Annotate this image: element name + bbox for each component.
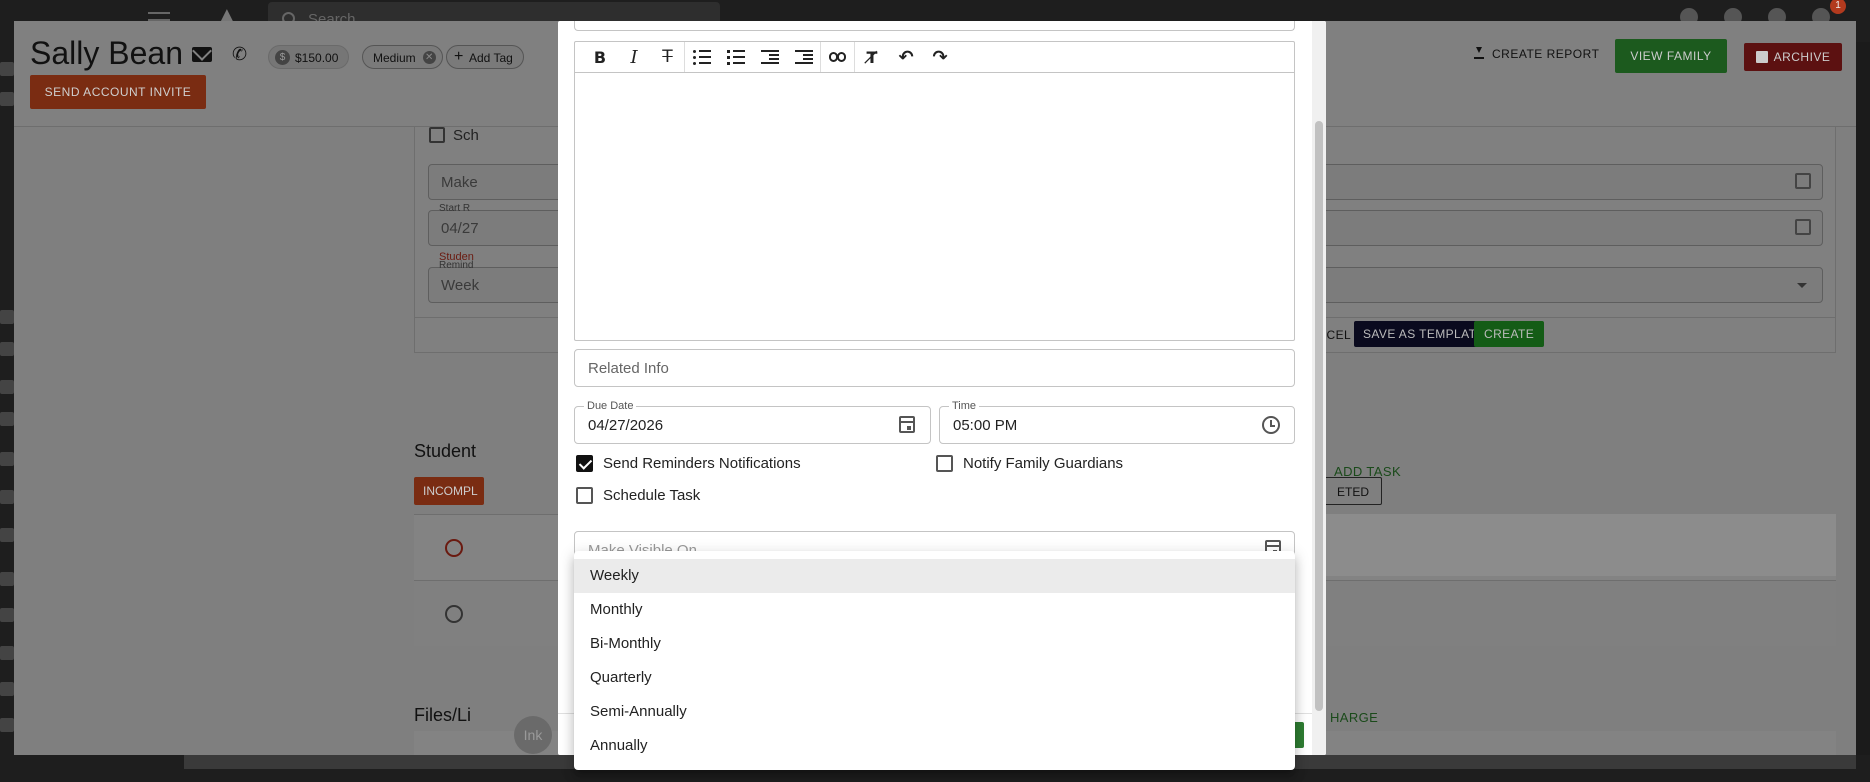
menu-option-annually[interactable]: Annually [574, 729, 1295, 763]
dollar-coin-icon: $ [275, 50, 290, 65]
due-date-value: 04/27/2026 [588, 417, 664, 434]
notify-guardians-checkbox[interactable] [936, 455, 953, 472]
rich-text-editor: B I T T̸ ↶ ↷ [574, 41, 1295, 341]
insert-link-icon[interactable] [821, 42, 855, 72]
archive-label: ARCHIVE [1773, 50, 1831, 64]
numbered-list-icon[interactable] [719, 42, 753, 72]
bg-students-title: Student [414, 441, 477, 461]
menu-option-semi-annually[interactable]: Semi-Annually [574, 695, 1295, 729]
bg-reminder-value: Week [441, 277, 480, 294]
create-report-button[interactable]: CREATE REPORT [1474, 47, 1599, 61]
nav-dashboard-icon[interactable] [0, 62, 14, 76]
nav-students-icon[interactable] [0, 92, 14, 106]
send-account-invite-button[interactable]: SEND ACCOUNT INVITE [30, 75, 206, 109]
related-info-input[interactable]: Related Info [574, 349, 1295, 387]
due-date-input[interactable]: Due Date 04/27/2026 [574, 400, 931, 444]
send-reminders-label[interactable]: Send Reminders Notifications [603, 455, 801, 472]
nav-billing-icon[interactable] [0, 682, 14, 696]
bg-files-title: Files/Li [414, 705, 472, 725]
redo-icon[interactable]: ↷ [923, 42, 957, 72]
outdent-icon[interactable] [753, 42, 787, 72]
bg-start-label: Start R [439, 203, 471, 214]
time-input[interactable]: Time 05:00 PM [939, 400, 1295, 444]
modal-scrollbar[interactable] [1312, 21, 1326, 755]
nav-tasks-icon[interactable] [0, 412, 14, 426]
bullet-list-icon[interactable] [685, 42, 719, 72]
undo-icon[interactable]: ↶ [889, 42, 923, 72]
strikethrough-icon[interactable]: T [651, 42, 685, 72]
bg-reminder-label: Remind [439, 260, 474, 271]
modal-scrollbar-thumb[interactable] [1315, 121, 1323, 711]
nav-files-icon[interactable] [0, 572, 14, 586]
nav-list-icon[interactable] [0, 452, 14, 466]
nav-mail-icon[interactable] [0, 646, 14, 660]
time-value: 05:00 PM [953, 417, 1018, 434]
editor-toolbar: B I T T̸ ↶ ↷ [575, 42, 1294, 73]
archive-button[interactable]: ARCHIVE [1744, 43, 1842, 71]
reminder-frequency-menu: Weekly Monthly Bi-Monthly Quarterly Semi… [574, 551, 1295, 770]
indent-icon[interactable] [787, 42, 821, 72]
bg-make-visible-placeholder: Make [441, 174, 478, 191]
due-date-label: Due Date [584, 400, 637, 412]
bg-schedule-checkbox[interactable] [429, 127, 445, 143]
send-reminders-checkbox[interactable] [576, 455, 593, 472]
clear-formatting-icon[interactable]: T̸ [855, 42, 889, 72]
menu-option-monthly[interactable]: Monthly [574, 593, 1295, 627]
bg-task-row-right [1304, 514, 1836, 576]
bg-calendar-icon[interactable] [1795, 173, 1811, 189]
bg-tab-incomplete[interactable]: INCOMPL [414, 477, 484, 505]
nav-classes-icon[interactable] [0, 310, 14, 324]
priority-tag-label: Medium [373, 51, 416, 65]
schedule-task-label[interactable]: Schedule Task [603, 487, 700, 504]
italic-icon[interactable]: I [617, 42, 651, 72]
balance-chip[interactable]: $ $150.00 [268, 45, 350, 69]
phone-icon[interactable]: ✆ [232, 45, 250, 63]
balance-amount: $150.00 [295, 51, 339, 65]
bold-icon[interactable]: B [583, 42, 617, 72]
bg-start-calendar-icon[interactable] [1795, 219, 1811, 235]
app-logo[interactable]: ▲ [216, 2, 238, 27]
nav-media-icon[interactable] [0, 490, 14, 504]
nav-document-icon[interactable] [0, 608, 14, 622]
modal-top-field-edge [574, 21, 1295, 31]
bg-start-value: 04/27 [441, 220, 479, 237]
calendar-icon[interactable] [899, 416, 915, 433]
bg-create-button[interactable]: CREATE [1474, 321, 1545, 347]
nav-reports-icon[interactable] [0, 380, 14, 394]
nav-calendar-icon[interactable] [0, 342, 14, 356]
bg-task-radio[interactable] [445, 539, 463, 557]
nav-share-icon[interactable] [0, 528, 14, 542]
schedule-task-checkbox[interactable] [576, 487, 593, 504]
archive-icon [1756, 51, 1768, 63]
download-icon [1474, 47, 1484, 59]
left-navigation-rail [0, 42, 14, 782]
time-label: Time [949, 400, 980, 412]
bg-tab-completed[interactable]: ETED [1322, 477, 1382, 505]
bg-dropdown-caret-icon [1797, 283, 1807, 288]
menu-option-bi-monthly[interactable]: Bi-Monthly [574, 627, 1295, 661]
clock-icon[interactable] [1262, 416, 1280, 434]
remove-tag-icon[interactable]: ✕ [422, 51, 436, 64]
notify-guardians-label[interactable]: Notify Family Guardians [963, 455, 1123, 472]
view-family-button[interactable]: VIEW FAMILY [1615, 39, 1727, 73]
add-tag-button[interactable]: + Add Tag [446, 45, 524, 69]
bg-add-charge-button[interactable]: HARGE [1330, 710, 1378, 725]
menu-option-quarterly[interactable]: Quarterly [574, 661, 1295, 695]
ink-avatar: Ink [514, 716, 552, 754]
plus-icon: + [454, 48, 464, 65]
bg-task-radio[interactable] [445, 605, 463, 623]
create-report-label: CREATE REPORT [1492, 47, 1600, 61]
bg-save-template-button[interactable]: SAVE AS TEMPLATE [1354, 321, 1494, 347]
related-info-placeholder: Related Info [588, 360, 669, 377]
priority-tag-chip[interactable]: Medium ✕ [362, 45, 443, 69]
student-name: Sally Bean [30, 35, 183, 71]
nav-settings-icon[interactable] [0, 718, 14, 732]
email-icon[interactable] [192, 47, 212, 62]
bg-schedule-label: Sch [453, 127, 479, 144]
notification-badge: 1 [1830, 0, 1846, 14]
add-tag-label: Add Tag [469, 51, 513, 65]
menu-option-weekly[interactable]: Weekly [574, 559, 1295, 593]
